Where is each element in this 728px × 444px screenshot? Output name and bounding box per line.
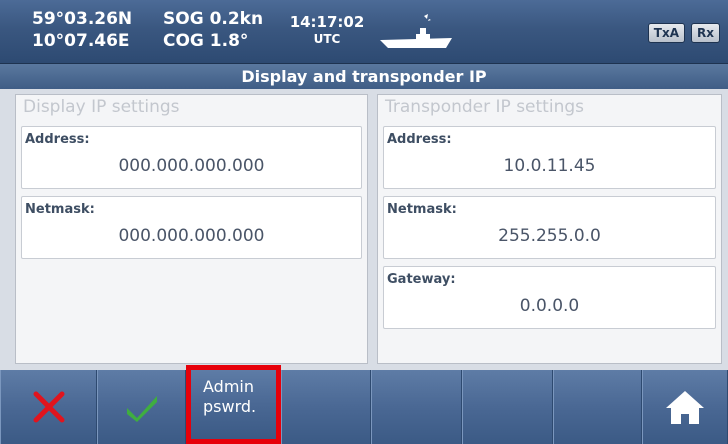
sog-value: SOG 0.2kn	[163, 9, 264, 29]
page-title: Display and transponder IP	[0, 64, 728, 89]
transponder-ip-title: Transponder IP settings	[385, 97, 584, 117]
display-netmask-field[interactable]: Netmask: 000.000.000.000	[21, 196, 362, 259]
transponder-gateway-field[interactable]: Gateway: 0.0.0.0	[383, 266, 716, 329]
transponder-address-field[interactable]: Address: 10.0.11.45	[383, 126, 716, 189]
gateway-value: 0.0.0.0	[519, 296, 580, 316]
empty-button-2[interactable]	[371, 370, 462, 444]
empty-button-1[interactable]	[281, 370, 371, 444]
display-ip-title: Display IP settings	[23, 97, 180, 117]
cancel-button[interactable]	[0, 370, 97, 444]
netmask-value: 000.000.000.000	[118, 226, 265, 246]
position-readout: 59°03.26N 10°07.46E	[32, 8, 132, 52]
netmask-value: 255.255.0.0	[498, 226, 601, 246]
close-icon	[33, 391, 64, 423]
address-value: 10.0.11.45	[503, 156, 596, 176]
netmask-label: Netmask:	[387, 202, 457, 217]
transponder-netmask-field[interactable]: Netmask: 255.255.0.0	[383, 196, 716, 259]
empty-button-3[interactable]	[462, 370, 553, 444]
display-address-field[interactable]: Address: 000.000.000.000	[21, 126, 362, 189]
timezone-label: UTC	[313, 32, 341, 46]
main-content: Display IP settings Address: 000.000.000…	[0, 89, 728, 370]
admin-label-line2: pswrd.	[203, 397, 257, 416]
display-ip-panel: Display IP settings Address: 000.000.000…	[15, 94, 368, 364]
rx-indicator: Rx	[691, 23, 720, 43]
tx-rx-indicators: TxA Rx	[647, 23, 720, 43]
cog-value: COG 1.8°	[163, 31, 249, 51]
speed-course-readout: SOG 0.2kn COG 1.8°	[163, 8, 263, 52]
confirm-button[interactable]	[97, 370, 186, 444]
admin-password-button[interactable]: Admin pswrd.	[186, 365, 281, 444]
checkmark-icon	[126, 396, 157, 422]
status-bar: 59°03.26N 10°07.46E SOG 0.2kn COG 1.8° 1…	[0, 0, 728, 64]
address-label: Address:	[387, 132, 452, 147]
clock: 14:17:02 UTC	[286, 14, 368, 48]
txa-indicator: TxA	[647, 23, 686, 43]
time-value: 14:17:02	[289, 13, 365, 31]
address-value: 000.000.000.000	[118, 156, 265, 176]
netmask-label: Netmask:	[25, 202, 95, 217]
admin-label-line1: Admin	[203, 377, 254, 396]
home-button[interactable]	[642, 370, 728, 444]
empty-button-4[interactable]	[553, 370, 642, 444]
button-bar	[0, 370, 728, 444]
home-icon	[666, 391, 704, 424]
latitude: 59°03.26N	[32, 9, 133, 29]
longitude: 10°07.46E	[32, 31, 130, 51]
transponder-ip-panel: Transponder IP settings Address: 10.0.11…	[377, 94, 722, 364]
gateway-label: Gateway:	[387, 272, 456, 287]
address-label: Address:	[25, 132, 90, 147]
vessel-icon	[380, 14, 452, 48]
